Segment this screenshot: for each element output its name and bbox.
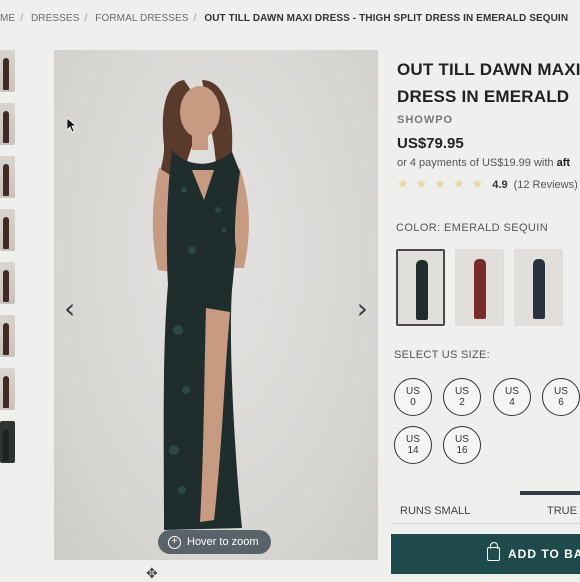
color-swatch-navy[interactable] (514, 249, 563, 326)
installments-text: or 4 payments of US$19.99 with aft (397, 157, 580, 169)
add-to-bag-label: ADD TO BA (508, 547, 580, 561)
swatch-image (474, 259, 486, 319)
size-value: 2 (459, 397, 465, 408)
product-price: US$79.95 (397, 135, 464, 152)
thumbnail[interactable] (0, 209, 15, 251)
size-prefix: US (505, 386, 519, 397)
fit-runs-small: RUNS SMALL (400, 505, 471, 517)
color-swatches (396, 249, 563, 326)
size-option-2[interactable]: US 2 (443, 378, 481, 416)
rating-value: 4.9 (492, 178, 508, 191)
thumbnail[interactable] (0, 262, 15, 304)
thumbnail[interactable] (0, 315, 15, 357)
mouse-cursor-icon (67, 118, 77, 133)
chevron-left-icon: ‹ (64, 292, 76, 325)
fit-indicator-bar (520, 491, 580, 495)
size-prefix: US (455, 386, 469, 397)
swatch-image (533, 259, 545, 319)
size-option-6[interactable]: US 6 (542, 378, 580, 416)
breadcrumb-current: OUT TILL DAWN MAXI DRESS - THIGH SPLIT D… (204, 13, 569, 24)
shopping-bag-icon (487, 542, 500, 561)
thumbnail[interactable] (0, 50, 15, 92)
review-count[interactable]: (12 Reviews) (514, 179, 578, 191)
size-value: 0 (410, 397, 416, 408)
breadcrumb-formal-dresses[interactable]: FORMAL DRESSES (95, 13, 188, 24)
breadcrumb-dresses[interactable]: DRESSES (31, 13, 80, 24)
add-to-bag-button[interactable]: ADD TO BA (391, 534, 580, 574)
thumbnail[interactable] (0, 103, 15, 145)
thumbnail[interactable] (0, 368, 15, 410)
size-value: 14 (407, 445, 419, 456)
size-option-0[interactable]: US 0 (394, 378, 432, 416)
zoom-hint-label: Hover to zoom (187, 536, 259, 548)
chevron-right-icon: › (356, 292, 368, 325)
breadcrumb-home[interactable]: ME (0, 13, 15, 24)
size-label: SELECT US SIZE: (394, 349, 490, 361)
thumbnail-strip (0, 50, 16, 474)
size-prefix: US (406, 386, 420, 397)
thumbnail[interactable] (0, 421, 15, 463)
installments-provider[interactable]: aft (557, 157, 570, 169)
prev-image-button[interactable]: ‹ (64, 295, 75, 323)
size-prefix: US (554, 386, 568, 397)
star-rating-icon: ★★★★★ (397, 177, 491, 192)
color-swatch-burgundy[interactable] (455, 249, 504, 326)
next-image-button[interactable]: › (357, 295, 368, 323)
thumbnail[interactable] (0, 156, 15, 198)
size-option-4[interactable]: US 4 (493, 378, 531, 416)
swatch-image (416, 260, 428, 320)
breadcrumb: ME / DRESSES / FORMAL DRESSES / OUT TILL DA… (0, 13, 569, 24)
color-label: COLOR: EMERALD SEQUIN (396, 222, 549, 234)
installments-prefix: or 4 payments of US$19.99 with (397, 157, 554, 169)
size-option-16[interactable]: US 16 (443, 426, 481, 464)
size-prefix: US (455, 434, 469, 445)
product-title: OUT TILL DAWN MAXI DRESS IN EMERALD (397, 56, 580, 110)
size-value: 16 (456, 445, 468, 456)
size-value: 4 (509, 397, 515, 408)
product-info: OUT TILL DAWN MAXI DRESS IN EMERALD SHOW… (397, 56, 580, 192)
size-option-14[interactable]: US 14 (394, 426, 432, 464)
product-main-image[interactable]: ‹ › + Hover to zoom (54, 50, 378, 560)
zoom-hint[interactable]: + Hover to zoom (158, 530, 271, 554)
divider (392, 523, 580, 524)
product-title-line-2: DRESS IN EMERALD (397, 87, 570, 106)
product-title-line-1: OUT TILL DAWN MAXI (397, 60, 580, 79)
model-photo (152, 80, 249, 530)
fit-true-to-size: TRUE T (547, 505, 580, 517)
brand-name[interactable]: SHOWPO (397, 114, 580, 126)
color-swatch-emerald[interactable] (396, 249, 445, 326)
size-prefix: US (406, 434, 420, 445)
size-value: 6 (558, 397, 564, 408)
rating[interactable]: ★★★★★ 4.9 (12 Reviews) (397, 177, 580, 192)
plus-circle-icon: + (168, 535, 181, 549)
